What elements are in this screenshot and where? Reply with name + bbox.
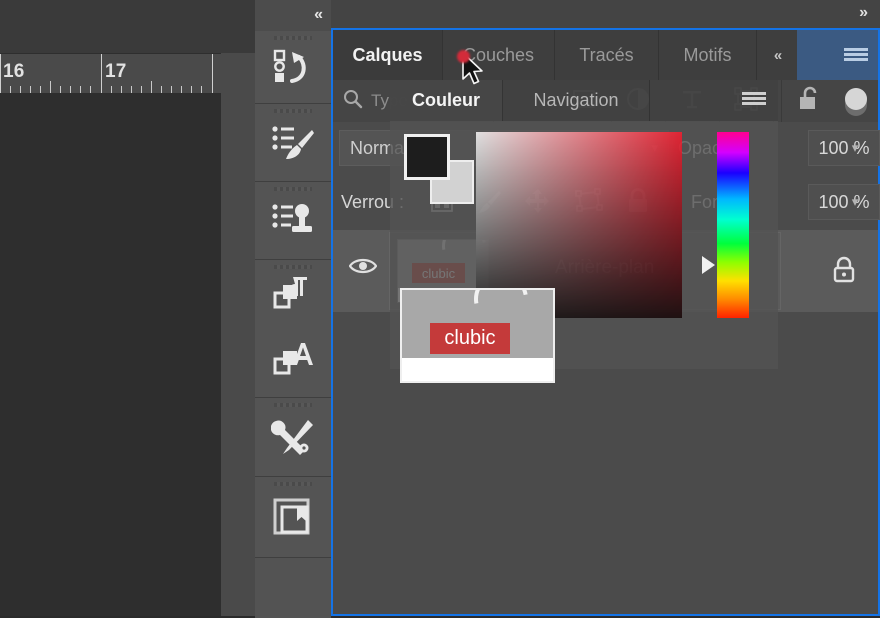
horizontal-ruler[interactable]: 16 17 xyxy=(0,53,224,94)
tab-label: Tracés xyxy=(579,44,634,65)
dock-top-strip: » xyxy=(255,0,880,28)
preview-badge: clubic xyxy=(430,323,510,354)
tab-traces[interactable]: Tracés xyxy=(555,30,659,80)
rail-item-paragraph-styles[interactable] xyxy=(255,260,331,326)
ruler-label-17: 17 xyxy=(105,61,127,82)
rail-item-tools[interactable] xyxy=(255,398,331,476)
photo-editor-window: 16 17 » « Calques Couches Tracés Motifs … xyxy=(0,0,880,618)
search-icon xyxy=(343,89,363,114)
foreground-color-swatch[interactable] xyxy=(404,134,450,180)
rail-collapse-bar[interactable]: « xyxy=(255,0,331,32)
tab-calques[interactable]: Calques xyxy=(333,30,443,80)
libraries-icon xyxy=(272,497,314,537)
expand-panels-icon[interactable]: » xyxy=(859,4,868,22)
canvas-top-strip xyxy=(0,0,255,53)
panel-menu-icon[interactable] xyxy=(742,92,766,107)
tab-label: Calques xyxy=(352,44,423,65)
document-canvas[interactable] xyxy=(0,93,221,616)
rail-group-history xyxy=(255,31,331,104)
ruler-label-16: 16 xyxy=(3,61,25,82)
filter-toggle-switch[interactable] xyxy=(845,88,867,116)
rail-item-character-styles[interactable] xyxy=(255,326,331,392)
color-panel-floating: Couleur Navigation clubic xyxy=(390,80,778,383)
tab-motifs[interactable]: Motifs xyxy=(659,30,757,80)
opacity-stepper-icon[interactable]: ▾ xyxy=(844,130,866,166)
tab-navigation[interactable]: Navigation xyxy=(503,80,650,121)
canvas-gutter xyxy=(221,53,255,616)
collapse-panels-icon[interactable]: « xyxy=(314,6,323,24)
eye-icon[interactable] xyxy=(348,256,378,281)
filter-toggle-knob xyxy=(845,88,867,110)
rail-item-libraries[interactable] xyxy=(255,477,331,557)
paragraph-styles-icon xyxy=(273,275,313,311)
tools-icon xyxy=(271,417,315,457)
rail-group-clone xyxy=(255,182,331,260)
hue-strip[interactable] xyxy=(717,132,749,318)
tab-label: Couleur xyxy=(411,90,480,110)
hamburger-menu-icon[interactable] xyxy=(844,48,868,63)
preview-strip xyxy=(402,358,553,381)
panel-icon-rail: « xyxy=(255,0,331,618)
rail-item-brush-presets[interactable] xyxy=(255,104,331,181)
brush-presets-icon xyxy=(271,124,315,162)
history-icon xyxy=(273,49,313,85)
filter-smart-lock-button[interactable] xyxy=(781,80,837,122)
tabs-collapse-icon[interactable]: « xyxy=(757,30,797,80)
color-swatches xyxy=(404,134,476,206)
rail-empty-space xyxy=(255,558,331,618)
character-styles-icon xyxy=(273,341,313,377)
smart-filter-lock-icon xyxy=(797,86,823,117)
lock-icon[interactable] xyxy=(832,256,856,289)
rail-group-brushes xyxy=(255,104,331,182)
rail-group-tools xyxy=(255,398,331,477)
tab-couleur[interactable]: Couleur xyxy=(390,80,503,121)
dock-tab-bar: Calques Couches Tracés Motifs « xyxy=(333,30,878,80)
rail-item-history[interactable] xyxy=(255,31,331,103)
tab-label: Navigation xyxy=(533,90,619,110)
layers-dock: Calques Couches Tracés Motifs « Normal 1… xyxy=(331,28,880,616)
hue-marker-icon[interactable] xyxy=(702,256,715,274)
color-preview-thumbnail: clubic xyxy=(400,288,555,383)
rail-item-clone-presets[interactable] xyxy=(255,182,331,259)
canvas-area: 16 17 xyxy=(0,0,255,616)
rail-group-styles xyxy=(255,260,331,398)
clone-stamp-presets-icon xyxy=(271,202,315,240)
rail-group-libraries xyxy=(255,477,331,558)
arrow-cursor xyxy=(457,50,487,86)
color-panel-tab-bar: Couleur Navigation xyxy=(390,80,778,121)
cursor-hotspot-dot xyxy=(457,50,470,63)
fill-stepper-icon[interactable]: ▾ xyxy=(844,184,866,220)
tab-label: Motifs xyxy=(683,44,732,65)
